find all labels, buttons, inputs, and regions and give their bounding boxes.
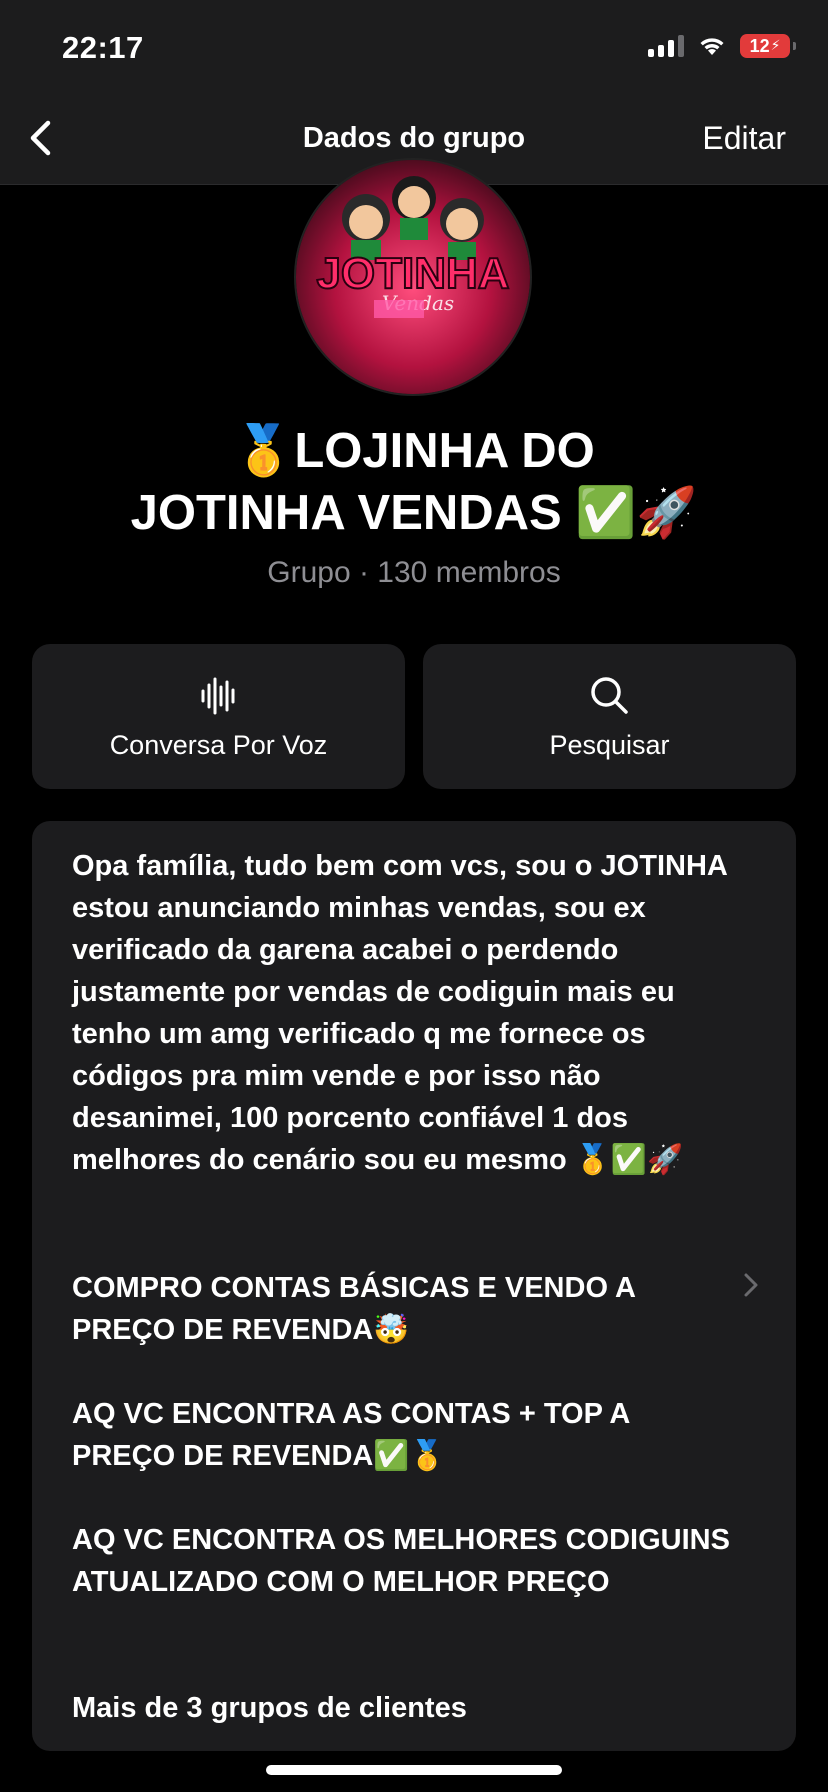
group-name-line1: 🥇LOJINHA DO (233, 424, 595, 478)
cellular-signal-icon (648, 35, 684, 57)
status-time: 22:17 (62, 30, 144, 65)
sound-wave-icon (201, 677, 234, 715)
battery-level: 12 (749, 35, 770, 56)
voice-chat-button[interactable]: Conversa Por Voz (32, 644, 405, 789)
chevron-right-icon[interactable] (742, 1271, 760, 1299)
description-paragraph-3: AQ VC ENCONTRA AS CONTAS + TOP A PREÇO D… (72, 1398, 630, 1472)
group-description-card[interactable]: Opa família, tudo bem com vcs, sou o JOT… (32, 821, 796, 1751)
status-bar: 22:17 12 ⚡ (0, 0, 828, 90)
description-paragraph-4: AQ VC ENCONTRA OS MELHORES CODIGUINS ATU… (72, 1524, 730, 1598)
description-paragraph-1: Opa família, tudo bem com vcs, sou o JOT… (72, 850, 727, 1176)
edit-button[interactable]: Editar (702, 120, 786, 157)
description-paragraph-5: Mais de 3 grupos de clientes (72, 1692, 467, 1724)
wifi-icon (700, 38, 724, 55)
search-icon (590, 677, 628, 714)
voice-chat-label: Conversa Por Voz (109, 730, 328, 760)
description-paragraph-2: COMPRO CONTAS BÁSICAS E VENDO A PREÇO DE… (72, 1272, 635, 1346)
group-name-line2: JOTINHA VENDAS ✅🚀 (130, 486, 698, 540)
group-member-count: Grupo · 130 membros (267, 556, 561, 589)
home-indicator[interactable] (266, 1765, 562, 1775)
search-label: Pesquisar (549, 730, 670, 760)
search-button[interactable]: Pesquisar (423, 644, 796, 789)
battery-icon: 12 ⚡ (740, 34, 796, 58)
group-name: 🥇LOJINHA DO JOTINHA VENDAS ✅🚀 (40, 420, 788, 544)
group-avatar[interactable]: JOTINHA Vendas (296, 160, 530, 394)
status-icons: 12 ⚡ (648, 34, 796, 58)
